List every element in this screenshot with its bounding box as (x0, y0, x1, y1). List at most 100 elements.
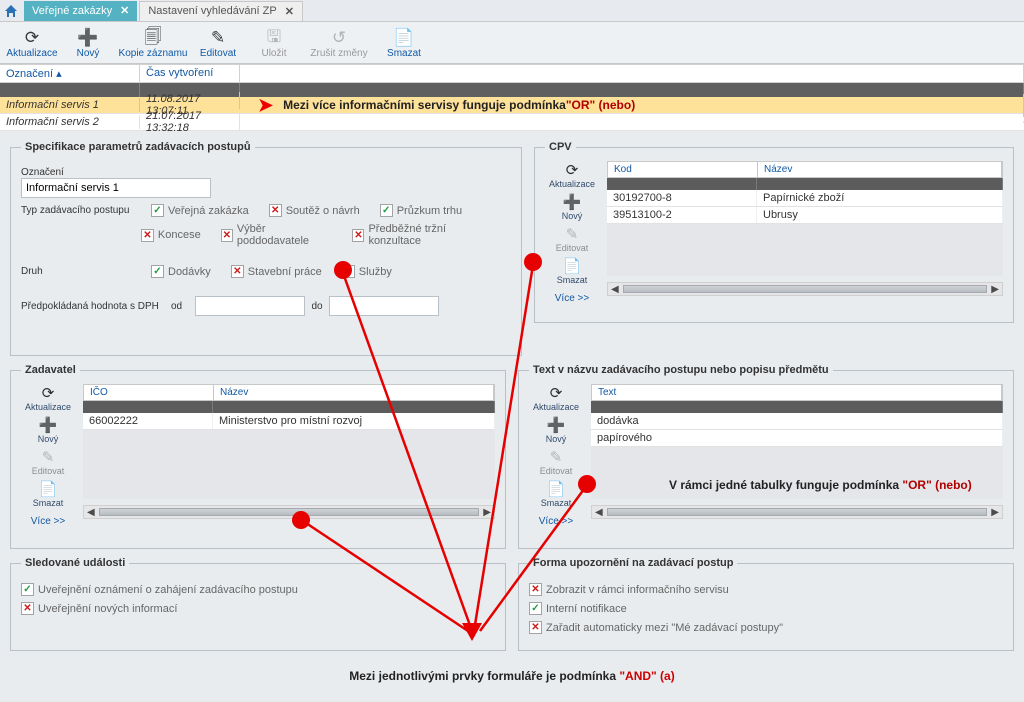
chevron-right-icon[interactable]: ▶ (991, 507, 999, 518)
chk-stavebni[interactable]: ✕Stavební práce (231, 265, 322, 278)
zad-edit: ✎Editovat (32, 448, 65, 476)
text-refresh[interactable]: ⟳Aktualizace (533, 384, 579, 412)
text-fieldset: Text v názvu zadávacího postupu nebo pop… (518, 364, 1014, 549)
chk-interni[interactable]: ✓Interní notifikace (529, 602, 627, 615)
cpv-refresh[interactable]: ⟳Aktualizace (549, 161, 595, 189)
oznaceni-input[interactable] (21, 178, 211, 198)
cpv-more[interactable]: Více >> (555, 293, 589, 304)
new-button[interactable]: ➕Nový (60, 26, 116, 61)
x-icon: ✕ (141, 229, 154, 242)
toolbar: ⟳Aktualizace ➕Nový 🗐Kopie záznamu ✎Edito… (0, 22, 1024, 64)
refresh-icon: ⟳ (42, 384, 55, 402)
text-delete[interactable]: 📄Smazat (541, 480, 572, 508)
refresh-icon: ⟳ (25, 28, 39, 48)
oznaceni-label: Označení (21, 167, 151, 178)
annotation-dot (524, 253, 542, 271)
forma-fieldset: Forma upozornění na zadávací postup ✕Zob… (518, 557, 1014, 651)
close-icon[interactable]: ✕ (285, 5, 294, 18)
zad-new[interactable]: ➕Nový (38, 416, 59, 444)
plus-icon: ➕ (563, 193, 582, 211)
x-icon: ✕ (269, 204, 282, 217)
grid-header: Označení ▴ Čas vytvoření (0, 64, 1024, 83)
x-icon: ✕ (529, 621, 542, 634)
x-icon: ✕ (352, 229, 364, 242)
chk-pruzkum[interactable]: ✓Průzkum trhu (380, 204, 462, 217)
table-row[interactable]: papírového (591, 430, 1003, 447)
copy-icon: 🗐 (145, 28, 162, 48)
annotation-dot (334, 261, 352, 279)
text-more[interactable]: Více >> (539, 516, 573, 527)
save-icon: 🖫 (267, 28, 281, 48)
hscrollbar[interactable]: ◀▶ (83, 505, 495, 519)
col-ico[interactable]: IČO (84, 385, 214, 400)
od-input[interactable] (195, 296, 305, 316)
chk-zaradit[interactable]: ✕Zařadit automaticky mezi "Mé zadávací p… (529, 621, 783, 634)
undo-icon: ↺ (332, 28, 346, 48)
col-text[interactable]: Text (592, 385, 1002, 400)
edit-button[interactable]: ✎Editovat (190, 26, 246, 61)
grid-row[interactable]: Informační servis 2 21.07.2017 13:32:18 (0, 114, 1024, 131)
zad-more[interactable]: Více >> (31, 516, 65, 527)
chevron-left-icon[interactable]: ◀ (595, 507, 603, 518)
x-icon: ✕ (221, 229, 233, 242)
chk-soutez[interactable]: ✕Soutěž o návrh (269, 204, 360, 217)
zadavatel-legend: Zadavatel (21, 364, 80, 376)
x-icon: ✕ (231, 265, 244, 278)
table-row[interactable]: 30192700-8Papírnické zboží (607, 190, 1003, 207)
text-side: ⟳Aktualizace ➕Nový ✎Editovat 📄Smazat Víc… (529, 384, 583, 527)
sledovane-fieldset: Sledované události ✓Uveřejnění oznámení … (10, 557, 506, 651)
typ-label: Typ zadávacího postupu (21, 205, 151, 216)
tab-verejne-zakazky[interactable]: Veřejné zakázky ✕ (24, 1, 137, 21)
refresh-icon: ⟳ (566, 161, 579, 179)
cpv-side-buttons: ⟳Aktualizace ➕Nový ✎Editovat 📄Smazat Víc… (545, 161, 599, 304)
zad-delete[interactable]: 📄Smazat (33, 480, 64, 508)
x-icon: ✕ (21, 602, 34, 615)
pencil-icon: ✎ (566, 225, 579, 243)
table-row[interactable]: 39513100-2Ubrusy (607, 207, 1003, 224)
chk-vyber[interactable]: ✕Výběr poddodavatele (221, 223, 333, 247)
col-nazev[interactable]: Název (758, 162, 1002, 177)
chk-dodavky[interactable]: ✓Dodávky (151, 265, 211, 278)
hscrollbar[interactable]: ◀▶ (591, 505, 1003, 519)
home-icon[interactable] (0, 0, 22, 22)
chevron-right-icon[interactable]: ▶ (991, 284, 999, 295)
chk-zobrazit[interactable]: ✕Zobrazit v rámci informačního servisu (529, 583, 729, 596)
chevron-left-icon[interactable]: ◀ (611, 284, 619, 295)
tab-nastaveni[interactable]: Nastavení vyhledávání ZP ✕ (139, 1, 303, 21)
chevron-right-icon[interactable]: ▶ (483, 507, 491, 518)
close-icon[interactable]: ✕ (120, 4, 129, 17)
zadavatel-side: ⟳Aktualizace ➕Nový ✎Editovat 📄Smazat Víc… (21, 384, 75, 527)
delete-button[interactable]: 📄Smazat (376, 26, 432, 61)
tab-label: Nastavení vyhledávání ZP (148, 5, 276, 17)
refresh-button[interactable]: ⟳Aktualizace (4, 26, 60, 61)
zad-refresh[interactable]: ⟳Aktualizace (25, 384, 71, 412)
col-nazev[interactable]: Název (214, 385, 494, 400)
check-icon: ✓ (380, 204, 393, 217)
chk-verejna[interactable]: ✓Veřejná zakázka (151, 204, 249, 217)
document-icon: 📄 (563, 257, 582, 275)
text-legend: Text v názvu zadávacího postupu nebo pop… (529, 364, 833, 376)
chevron-left-icon[interactable]: ◀ (87, 507, 95, 518)
document-icon: 📄 (39, 480, 58, 498)
text-new[interactable]: ➕Nový (546, 416, 567, 444)
chk-nove-info[interactable]: ✕Uveřejnění nových informací (21, 602, 177, 615)
col-oznaceni[interactable]: Označení ▴ (0, 65, 140, 82)
copy-button[interactable]: 🗐Kopie záznamu (116, 26, 190, 61)
zadavatel-table: IČONázev 66002222Ministerstvo pro místní… (83, 384, 495, 527)
hodnota-label: Předpokládaná hodnota s DPH (21, 301, 171, 312)
cpv-new[interactable]: ➕Nový (562, 193, 583, 221)
cpv-edit: ✎Editovat (556, 225, 589, 253)
chk-predbezne[interactable]: ✕Předběžné tržní konzultace (352, 223, 491, 247)
cpv-delete[interactable]: 📄Smazat (557, 257, 588, 285)
hscrollbar[interactable]: ◀▶ (607, 282, 1003, 296)
chk-oznameni[interactable]: ✓Uveřejnění oznámení o zahájení zadávací… (21, 583, 298, 596)
col-cas-vytvoreni[interactable]: Čas vytvoření (140, 65, 240, 82)
chk-koncese[interactable]: ✕Koncese (141, 229, 201, 242)
col-kod[interactable]: Kod (608, 162, 758, 177)
do-input[interactable] (329, 296, 439, 316)
check-icon: ✓ (529, 602, 542, 615)
pencil-icon: ✎ (42, 448, 55, 466)
table-row[interactable]: dodávka (591, 413, 1003, 430)
check-icon: ✓ (151, 204, 164, 217)
table-row[interactable]: 66002222Ministerstvo pro místní rozvoj (83, 413, 495, 430)
